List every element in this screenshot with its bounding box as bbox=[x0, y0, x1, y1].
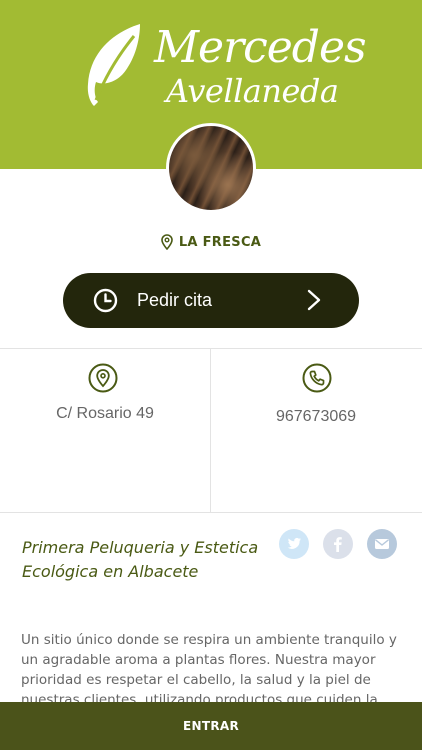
entrar-button[interactable]: ENTRAR bbox=[0, 702, 422, 750]
location-row: LA FRESCA bbox=[0, 234, 422, 254]
address-text: C/ Rosario 49 bbox=[56, 405, 154, 422]
facebook-icon bbox=[334, 537, 342, 552]
contact-info-grid: C/ Rosario 49 967673069 bbox=[0, 348, 422, 513]
description-title: Primera Peluqueria y Estetica Ecológica … bbox=[22, 538, 259, 581]
salon-avatar bbox=[166, 123, 256, 213]
phone-text: 967673069 bbox=[275, 408, 357, 425]
brand-logo: Mercedes Avellaneda bbox=[84, 22, 367, 112]
phone-icon bbox=[302, 363, 332, 393]
description-body: Un sitio único donde se respira un ambie… bbox=[21, 632, 397, 708]
map-pin-icon bbox=[161, 234, 173, 250]
facebook-share-button[interactable] bbox=[323, 529, 353, 559]
email-share-button[interactable] bbox=[367, 529, 397, 559]
phone-cell[interactable]: 967673069 bbox=[211, 349, 421, 513]
brand-name-line2: Avellaneda bbox=[166, 72, 339, 110]
map-pin-icon bbox=[88, 363, 118, 393]
location-label: LA FRESCA bbox=[178, 234, 262, 250]
pedir-cita-button[interactable]: Pedir cita bbox=[63, 273, 359, 328]
chevron-right-icon bbox=[307, 289, 321, 311]
brand-name-line1: Mercedes bbox=[154, 22, 367, 73]
leaf-icon bbox=[87, 24, 140, 106]
email-icon bbox=[375, 539, 389, 549]
clock-icon bbox=[93, 288, 118, 313]
address-cell[interactable]: C/ Rosario 49 bbox=[0, 349, 210, 513]
pedir-cita-label: Pedir cita bbox=[137, 290, 213, 310]
twitter-share-button[interactable] bbox=[279, 529, 309, 559]
twitter-icon bbox=[287, 537, 301, 549]
footer-bar: ENTRAR bbox=[0, 702, 422, 750]
